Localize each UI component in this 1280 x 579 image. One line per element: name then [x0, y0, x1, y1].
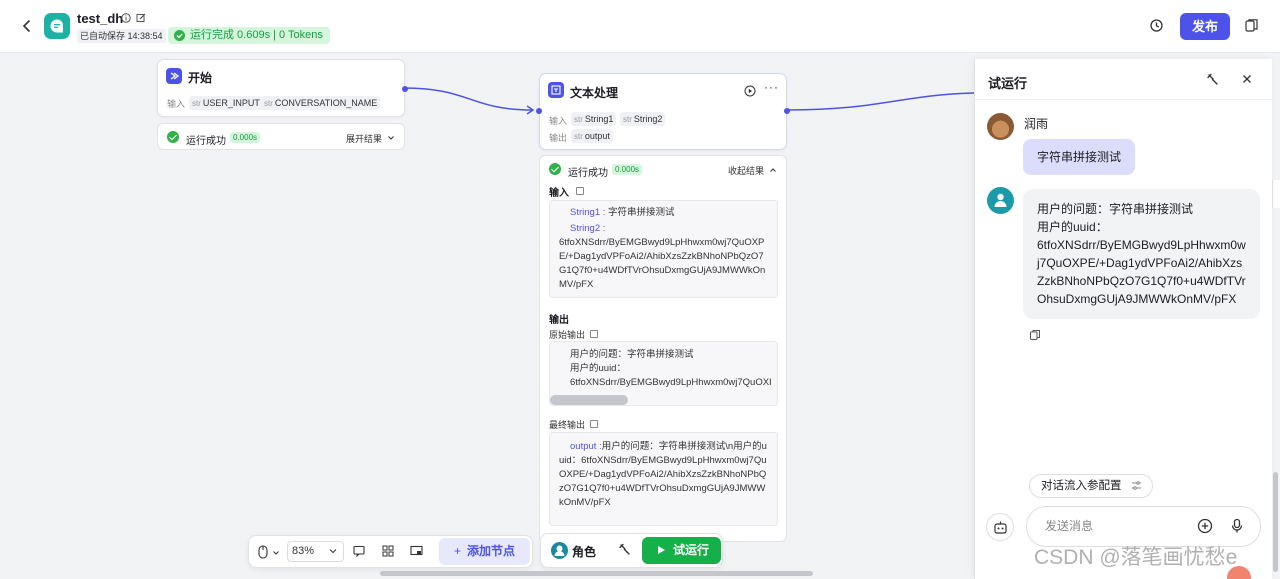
plus-icon: + — [453, 544, 461, 558]
copy-icon[interactable] — [576, 187, 584, 195]
chevron-left-icon[interactable] — [18, 17, 36, 35]
node-start[interactable]: 开始 输入 str USER_INPUT str CONVERSATION_NAME — [157, 59, 408, 117]
expand-results-button[interactable]: 展开结果 — [346, 132, 395, 145]
check-circle-icon — [167, 131, 179, 143]
role-button[interactable]: 角色 — [572, 543, 596, 560]
sliders-icon — [1131, 481, 1141, 490]
chat-bubble-icon — [50, 19, 64, 33]
node-text-processing[interactable]: 文本处理 ··· 输入 str String1 str String2 输出 str… — [536, 73, 790, 150]
user-message-bubble: 字符串拼接测试 — [1023, 139, 1136, 175]
chevron-up-icon — [769, 168, 776, 172]
trial-run-button[interactable]: 试运行 — [642, 537, 721, 564]
user-avatar — [987, 113, 1014, 140]
watermark: CSDN @落笔画忧愁e — [1034, 546, 1238, 569]
zoom-select[interactable]: 83% — [287, 541, 344, 562]
raw-output-box: 用户的问题：字符串拼接测试 用户的uuid： 6tfoXNSdrr/ByEMGB… — [549, 341, 778, 406]
trial-run-panel: 试运行 润雨 字符串拼接测试 用户的问题：字符串拼接测试 用户的uuid： 6t… — [974, 59, 1273, 579]
wrench-icon[interactable] — [618, 543, 631, 556]
final-output-label: 最终输出 — [549, 420, 586, 430]
start-input-tag-2: str CONVERSATION_NAME — [261, 96, 381, 110]
text-output-port[interactable] — [784, 108, 790, 114]
run-toolbar: 角色 试运行 — [540, 533, 723, 568]
bot-input-icon[interactable] — [986, 513, 1014, 541]
start-result-status: 运行成功 — [186, 136, 226, 147]
string2-value: 6tfoXNSdrr/ByEMGBwyd9LpHhwxm0wj7QuOXPE/+… — [559, 237, 766, 290]
role-avatar-icon — [551, 542, 568, 559]
close-icon[interactable] — [1241, 73, 1253, 85]
bot-message-bubble: 用户的问题：字符串拼接测试 用户的uuid： 6tfoXNSdrr/ByEMGB… — [1023, 189, 1260, 319]
final-output-box: output :用户的问题：字符串拼接测试\n用户的uuid：6tfoXNSdr… — [549, 432, 778, 526]
result-output-section-title: 输出 — [549, 315, 569, 326]
text-node-title: 文本处理 — [570, 86, 619, 100]
text-node-icon — [548, 82, 564, 98]
conversation-input-config-button[interactable]: 对话流入参配置 — [1029, 474, 1153, 498]
text-result-panel: 运行成功 0.000s 收起结果 输入 String1 : 字符串拼接测试 St… — [539, 155, 787, 542]
publish-button[interactable]: 发布 — [1180, 13, 1230, 40]
text-output-label: 输出 — [549, 133, 568, 143]
raw-output-label: 原始输出 — [549, 330, 586, 340]
panel-title: 试运行 — [988, 76, 1028, 91]
text-result-status: 运行成功 — [568, 168, 608, 179]
start-node-icon — [166, 68, 182, 84]
start-result-bar: 运行成功 0.000s 展开结果 — [157, 123, 405, 150]
top-header: test_dh 已自动保存 14:38:54 运行完成 0.609s | 0 T… — [0, 0, 1280, 53]
chevron-down-icon — [387, 136, 394, 140]
result-input-box: String1 : 字符串拼接测试 String2 : 6tfoXNSdrr/B… — [549, 200, 778, 298]
history-icon[interactable] — [1149, 18, 1164, 33]
start-result-time: 0.000s — [230, 132, 261, 143]
panel-divider — [975, 99, 1273, 100]
app-name: test_dh — [77, 11, 124, 26]
add-node-button[interactable]: + 添加节点 — [439, 538, 530, 565]
microphone-icon[interactable] — [1230, 518, 1244, 534]
text-result-time: 0.000s — [612, 164, 643, 175]
text-input-port[interactable] — [536, 108, 542, 114]
chevron-down-icon — [329, 549, 337, 554]
collapse-results-button[interactable]: 收起结果 — [728, 164, 777, 177]
comment-icon[interactable] — [353, 545, 365, 557]
copy-icon[interactable] — [1029, 329, 1041, 341]
bot-avatar — [987, 187, 1014, 214]
copy-icon[interactable] — [590, 420, 598, 428]
check-circle-icon — [549, 163, 561, 175]
start-input-tag-1: str USER_INPUT — [189, 96, 263, 110]
wrench-icon[interactable] — [1206, 73, 1219, 86]
edge-text-to-end — [786, 92, 975, 111]
text-output-tag: str output — [571, 129, 613, 143]
edge-start-to-text — [403, 87, 534, 111]
text-input-tag-1: str String1 — [571, 112, 617, 126]
copy-icon[interactable] — [590, 330, 598, 338]
user-name: 润雨 — [1024, 117, 1049, 131]
add-circle-icon[interactable] — [1197, 518, 1213, 534]
offscreen-node-edge — [1272, 180, 1280, 208]
info-icon[interactable] — [121, 13, 131, 23]
copy-icon[interactable] — [1244, 18, 1259, 33]
raw-output-scrollbar[interactable] — [550, 395, 628, 405]
play-icon — [658, 546, 665, 554]
start-output-port[interactable] — [402, 86, 408, 92]
start-input-label: 输入 — [167, 99, 186, 109]
result-input-section-title: 输入 — [549, 188, 569, 199]
text-input-tag-2: str String2 — [620, 112, 666, 126]
canvas-horizontal-scrollbar[interactable] — [380, 571, 813, 576]
run-status-badge: 运行完成 0.609s | 0 Tokens — [168, 27, 330, 44]
app-logo — [44, 13, 70, 39]
start-node-title: 开始 — [188, 71, 213, 85]
run-status-text: 运行完成 0.609s | 0 Tokens — [190, 29, 323, 41]
layout-grid-icon[interactable] — [382, 545, 394, 557]
more-icon[interactable]: ··· — [764, 80, 779, 94]
check-circle-icon — [174, 30, 185, 47]
mouse-icon[interactable] — [258, 545, 268, 559]
autosave-status: 已自动保存 14:38:54 — [77, 29, 166, 43]
minimap-icon[interactable] — [410, 545, 423, 557]
play-circle-icon[interactable] — [744, 85, 756, 97]
canvas-toolbar: 83% + 添加节点 — [248, 535, 533, 568]
panel-scrollbar[interactable] — [1273, 472, 1278, 572]
text-input-label: 输入 — [549, 116, 568, 126]
edit-icon[interactable] — [136, 13, 146, 23]
chevron-down-icon[interactable] — [272, 549, 280, 557]
